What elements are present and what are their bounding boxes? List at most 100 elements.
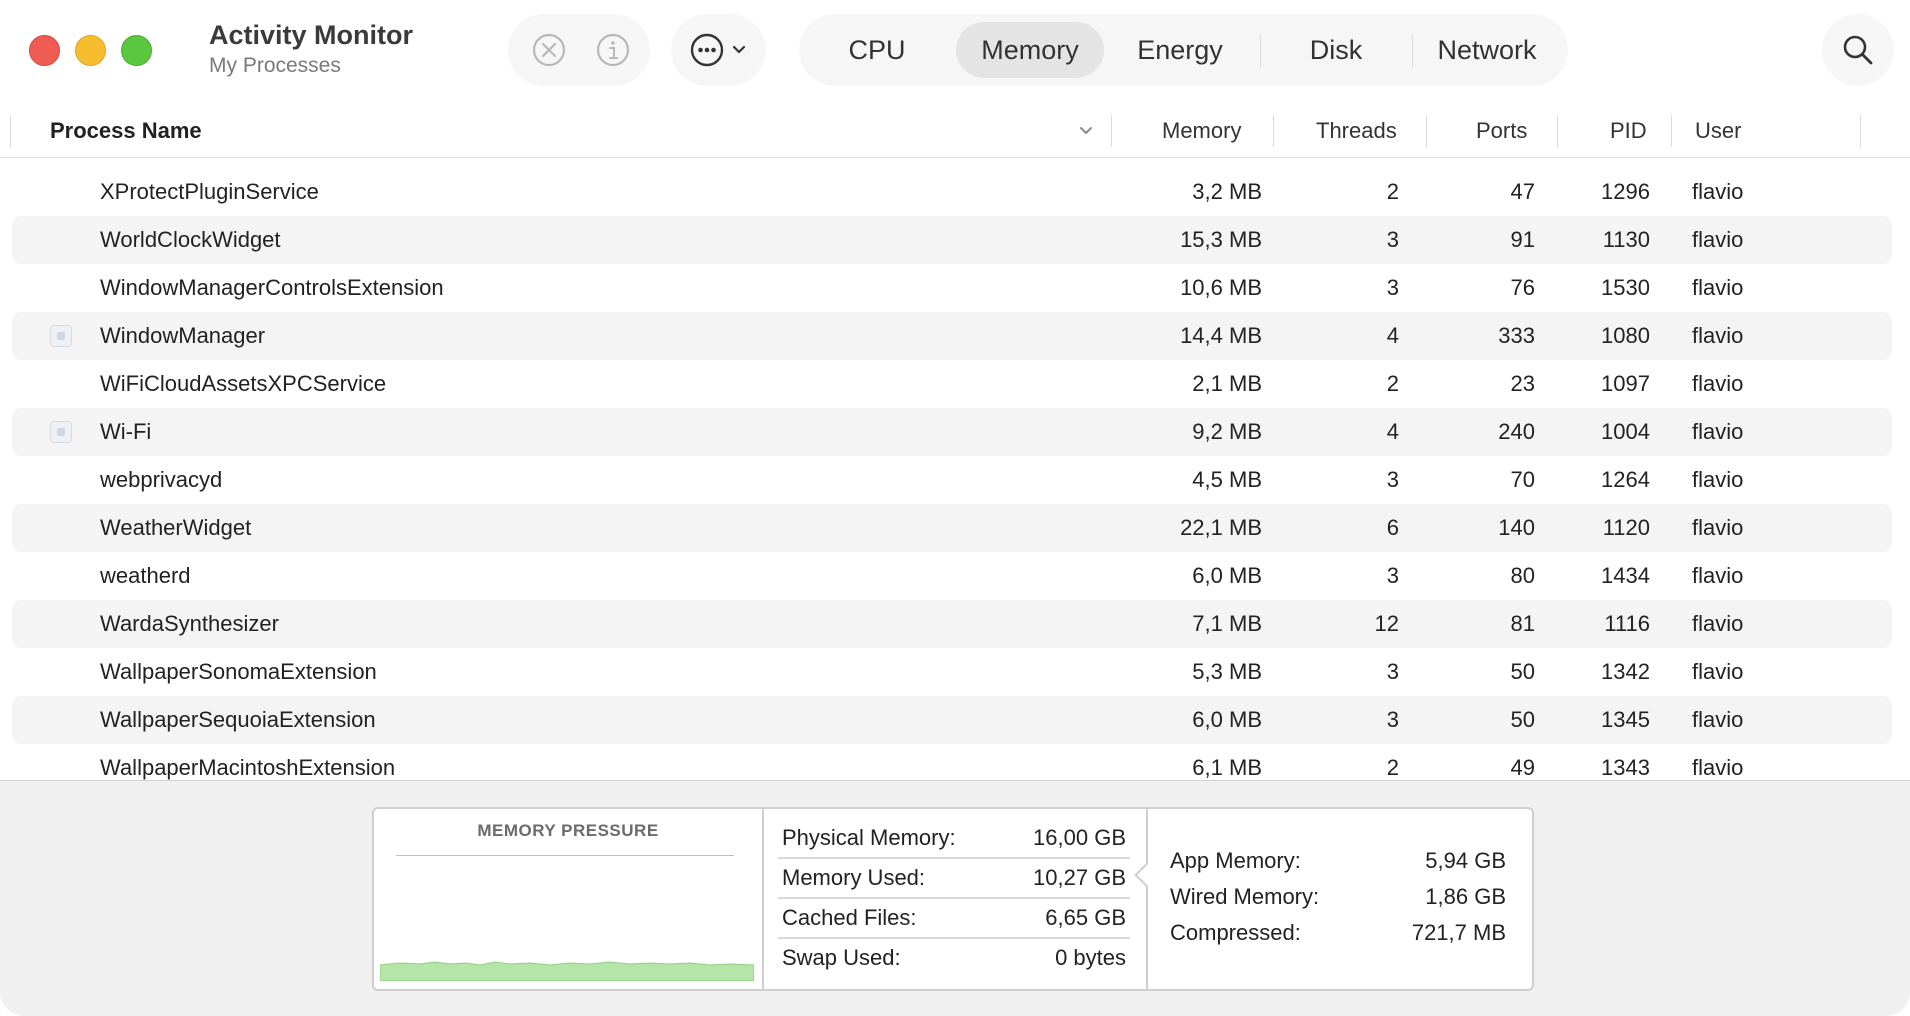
column-separator xyxy=(1860,115,1861,147)
pressure-divider xyxy=(396,855,734,856)
process-pid: 1342 xyxy=(1601,659,1650,684)
column-separator xyxy=(1557,115,1558,147)
more-actions-button[interactable] xyxy=(671,14,766,86)
table-row[interactable]: webprivacyd 4,5 MB 3 70 1264 flavio xyxy=(12,456,1892,504)
process-pid: 1097 xyxy=(1601,371,1650,396)
process-memory: 10,6 MB xyxy=(1180,275,1262,300)
table-row[interactable]: WallpaperMacintoshExtension 6,1 MB 2 49 1343… xyxy=(12,744,1892,780)
process-pid: 1264 xyxy=(1601,467,1650,492)
process-ports: 80 xyxy=(1510,563,1535,588)
memory-pressure-graph xyxy=(380,961,754,981)
process-ports: 49 xyxy=(1510,755,1535,780)
table-row[interactable]: WorldClockWidget 15,3 MB 3 91 1130 flavio xyxy=(12,216,1892,264)
process-name: WorldClockWidget xyxy=(100,227,281,252)
toolbar: Activity Monitor My Processes CPU Memory… xyxy=(0,0,1910,105)
process-threads: 6 xyxy=(1386,515,1399,540)
memory-breakdown-row: Wired Memory: 1,86 GB xyxy=(1170,879,1506,915)
memory-stat-value: 16,00 GB xyxy=(1033,825,1126,850)
process-table: XProtectPluginService 3,2 MB 2 47 1296 flavio… xyxy=(0,168,1910,780)
table-row[interactable]: XProtectPluginService 3,2 MB 2 47 1296 flavio xyxy=(12,168,1892,216)
table-row[interactable]: WeatherWidget 22,1 MB 6 140 1120 flavio xyxy=(12,504,1892,552)
table-row[interactable]: weatherd 6,0 MB 3 80 1434 flavio xyxy=(12,552,1892,600)
process-memory: 2,1 MB xyxy=(1192,371,1262,396)
activity-monitor-window: Activity Monitor My Processes CPU Memory… xyxy=(0,0,1910,1016)
column-header-process-name[interactable]: Process Name xyxy=(50,105,202,157)
table-header: Process Name Memory Threads Ports PID Us… xyxy=(0,105,1910,158)
process-pid: 1120 xyxy=(1602,515,1650,540)
close-window-button[interactable] xyxy=(29,35,60,66)
process-threads: 3 xyxy=(1386,707,1399,732)
tab-disk[interactable]: Disk xyxy=(1263,22,1409,78)
breakdown-value: 5,94 GB xyxy=(1425,848,1506,873)
minimize-window-button[interactable] xyxy=(75,35,106,66)
sort-descending-icon[interactable] xyxy=(1077,121,1095,139)
process-user: flavio xyxy=(1692,371,1744,396)
process-threads: 3 xyxy=(1386,275,1399,300)
process-name: WindowManager xyxy=(100,323,266,348)
table-row[interactable]: WindowManagerControlsExtension 10,6 MB 3 76… xyxy=(12,264,1892,312)
search-button[interactable] xyxy=(1822,14,1894,86)
memory-stat-label: Cached Files: xyxy=(782,905,917,930)
process-threads: 2 xyxy=(1386,179,1399,204)
process-actions-group xyxy=(508,14,650,86)
memory-stat-label: Physical Memory: xyxy=(782,825,956,850)
process-name: WindowManagerControlsExtension xyxy=(100,275,444,300)
table-row[interactable]: WindowManager 14,4 MB 4 333 1080 flavio xyxy=(12,312,1892,360)
process-user: flavio xyxy=(1692,467,1744,492)
process-memory: 6,1 MB xyxy=(1192,755,1262,780)
breakdown-value: 1,86 GB xyxy=(1425,884,1506,909)
memory-pressure-section: MEMORY PRESSURE xyxy=(374,809,764,989)
column-header-threads[interactable]: Threads xyxy=(1316,105,1397,157)
column-header-ports[interactable]: Ports xyxy=(1476,105,1527,157)
app-icon xyxy=(50,325,72,347)
process-pid: 1004 xyxy=(1601,419,1650,444)
column-separator xyxy=(10,115,11,147)
tab-cpu[interactable]: CPU xyxy=(807,22,947,78)
process-threads: 4 xyxy=(1386,323,1399,348)
table-row[interactable]: WardaSynthesizer 7,1 MB 12 81 1116 flavio xyxy=(12,600,1892,648)
process-name: WallpaperMacintoshExtension xyxy=(100,755,396,780)
breakdown-label: Compressed: xyxy=(1170,920,1301,945)
memory-stat-label: Swap Used: xyxy=(782,945,901,970)
process-pid: 1116 xyxy=(1604,611,1650,636)
zoom-window-button[interactable] xyxy=(121,35,152,66)
column-header-pid[interactable]: PID xyxy=(1610,105,1647,157)
process-memory: 9,2 MB xyxy=(1192,419,1262,444)
column-header-memory[interactable]: Memory xyxy=(1162,105,1241,157)
process-name: WeatherWidget xyxy=(100,515,252,540)
process-threads: 2 xyxy=(1386,755,1399,780)
process-threads: 3 xyxy=(1386,563,1399,588)
column-header-user[interactable]: User xyxy=(1695,105,1741,157)
memory-stats-box: MEMORY PRESSURE Physical Memory: 16,00 GB… xyxy=(372,807,1534,991)
process-pid: 1343 xyxy=(1601,755,1650,780)
process-memory: 14,4 MB xyxy=(1180,323,1262,348)
app-subtitle: My Processes xyxy=(209,54,341,77)
app-icon xyxy=(50,421,72,443)
process-user: flavio xyxy=(1692,515,1744,540)
memory-stat-row: Physical Memory: 16,00 GB xyxy=(778,819,1130,859)
process-user: flavio xyxy=(1692,275,1744,300)
breakdown-label: Wired Memory: xyxy=(1170,884,1320,909)
tab-energy[interactable]: Energy xyxy=(1107,22,1253,78)
table-row[interactable]: Wi-Fi 9,2 MB 4 240 1004 flavio xyxy=(12,408,1892,456)
table-row[interactable]: WallpaperSequoiaExtension 6,0 MB 3 50 1345 fl… xyxy=(12,696,1892,744)
app-title: Activity Monitor xyxy=(209,20,414,50)
process-ports: 333 xyxy=(1498,323,1535,348)
table-row[interactable]: WiFiCloudAssetsXPCService 2,1 MB 2 23 1097 fl… xyxy=(12,360,1892,408)
process-user: flavio xyxy=(1692,323,1744,348)
table-row[interactable]: WallpaperSonomaExtension 5,3 MB 3 50 1342 fla… xyxy=(12,648,1892,696)
stop-process-button[interactable] xyxy=(528,29,570,71)
info-icon xyxy=(596,33,630,67)
process-threads: 3 xyxy=(1386,227,1399,252)
tab-network[interactable]: Network xyxy=(1413,22,1561,78)
process-threads: 2 xyxy=(1386,371,1399,396)
process-user: flavio xyxy=(1692,419,1744,444)
tab-memory[interactable]: Memory xyxy=(956,22,1104,78)
memory-breakdown-row: Compressed: 721,7 MB xyxy=(1170,915,1506,951)
tab-separator xyxy=(1260,34,1261,68)
process-ports: 23 xyxy=(1510,371,1535,396)
memory-stat-label: Memory Used: xyxy=(782,865,926,890)
inspect-process-button[interactable] xyxy=(592,29,634,71)
process-user: flavio xyxy=(1692,659,1744,684)
process-threads: 12 xyxy=(1374,611,1399,636)
